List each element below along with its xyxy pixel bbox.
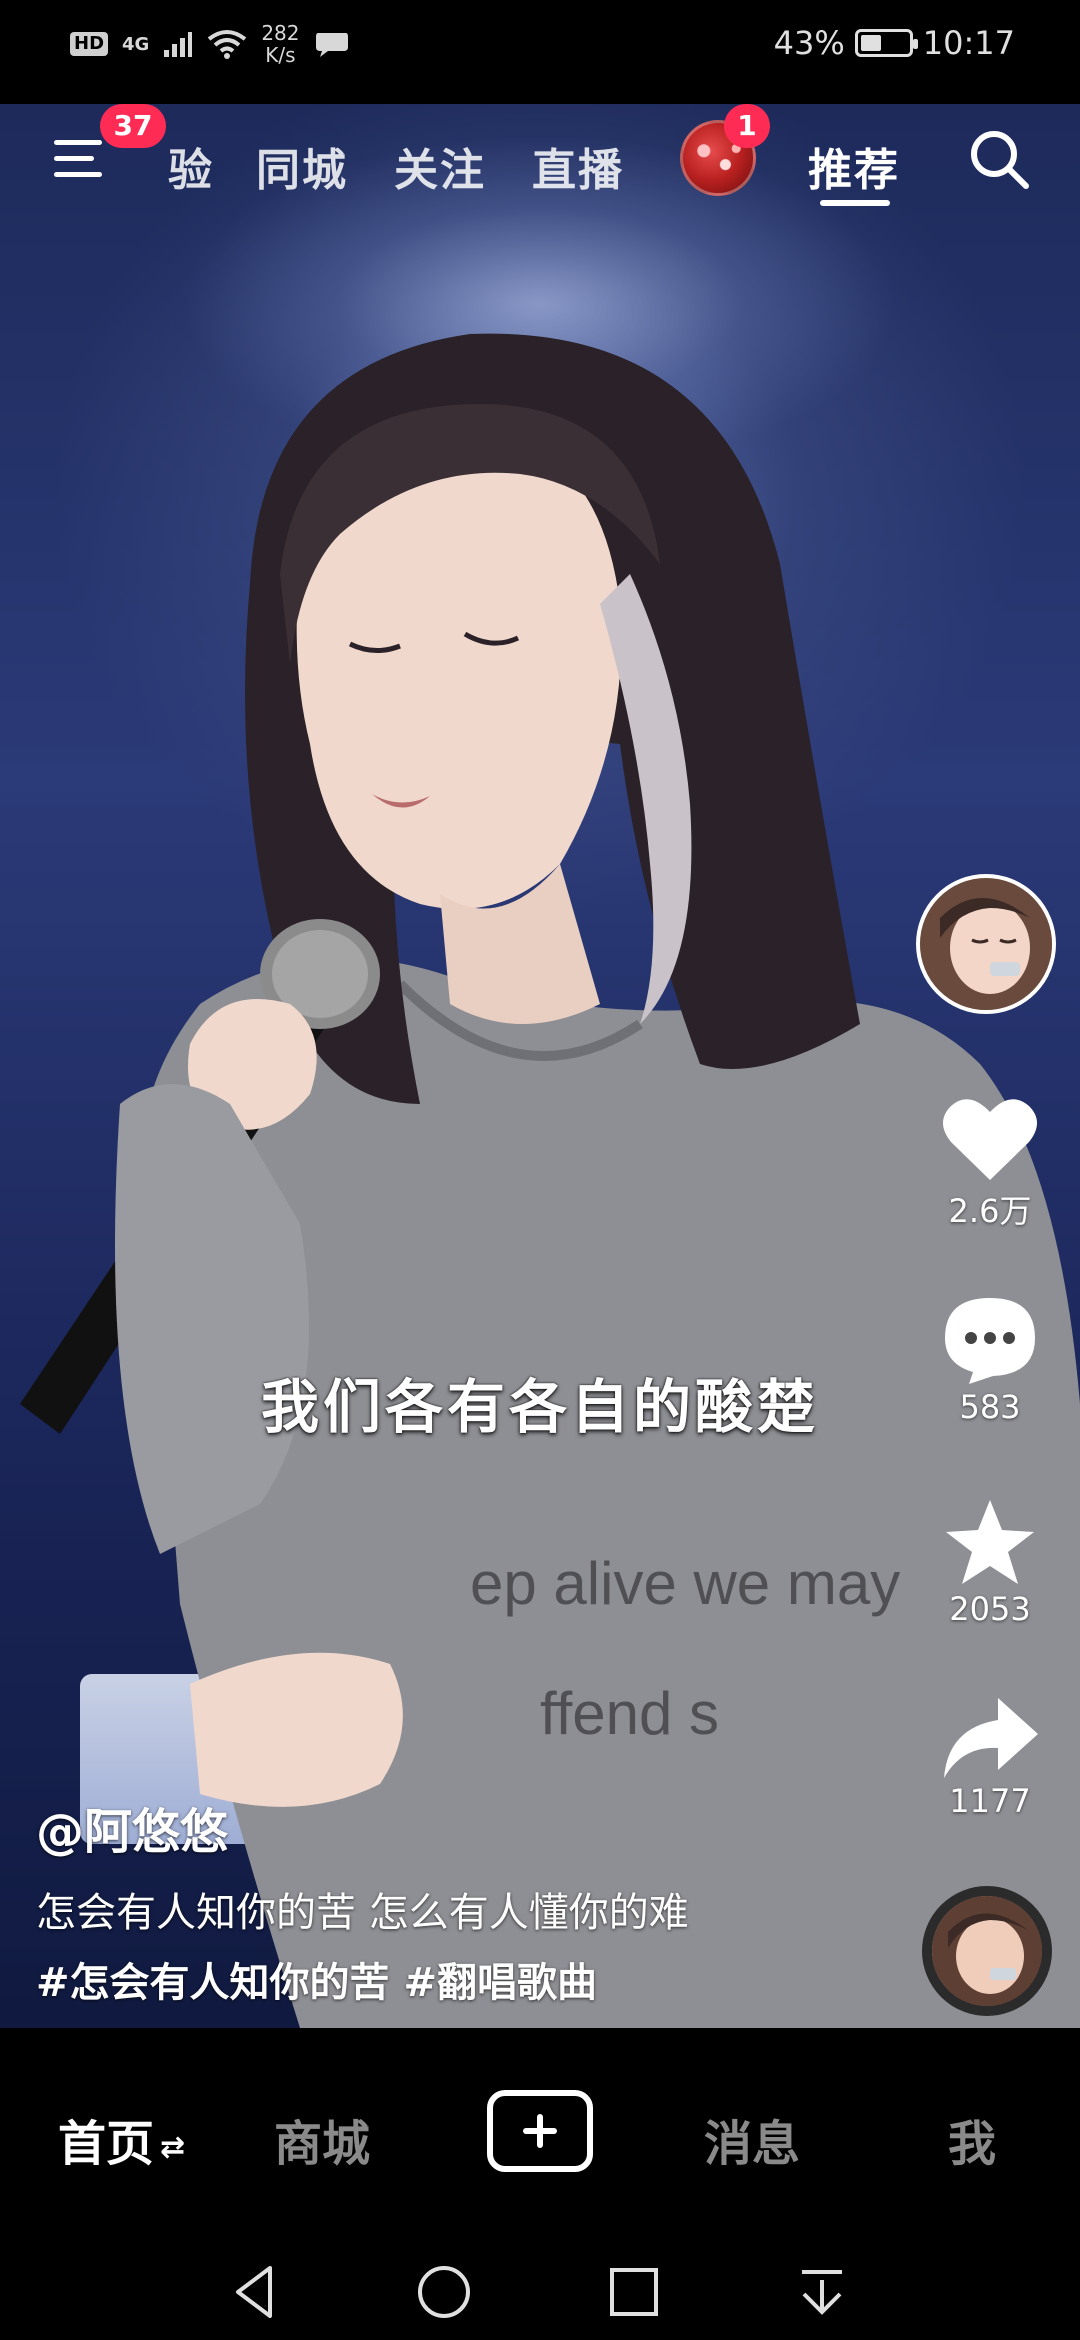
status-bar: HD 4G 282 K/s 43% 10:17 <box>0 0 1080 96</box>
search-icon <box>971 131 1029 189</box>
system-navigation-bar <box>0 2240 1080 2340</box>
notification-drawer-icon[interactable] <box>792 2262 852 2322</box>
battery-percent: 43% <box>773 24 845 62</box>
tab-partial[interactable]: 验 <box>168 134 214 198</box>
create-post-button[interactable] <box>487 2090 593 2172</box>
recents-icon[interactable] <box>604 2262 664 2322</box>
speed-unit: K/s <box>265 43 296 67</box>
home-icon[interactable] <box>414 2262 474 2322</box>
back-icon[interactable] <box>226 2262 286 2322</box>
tab-following[interactable]: 关注 <box>394 134 486 198</box>
menu-notification-badge: 37 <box>100 104 166 148</box>
network-type: 4G <box>122 33 150 55</box>
hashtag-link[interactable]: #翻唱歌曲 <box>404 1950 598 2008</box>
chat-bubble-icon <box>315 33 348 57</box>
menu-icon <box>54 140 102 177</box>
hashtag-link[interactable]: #怎会有人知你的苦 <box>36 1950 390 2008</box>
status-left: HD 4G 282 K/s <box>70 22 350 66</box>
singer-figure: ep alive we may ffend s <box>20 333 1080 2028</box>
favorite-count: 2053 <box>949 1590 1031 1628</box>
like-action[interactable]: 2.6万 <box>930 1094 1050 1232</box>
tab-me[interactable]: 我 <box>948 2104 996 2174</box>
clock: 10:17 <box>922 24 1015 62</box>
hashtags: #怎会有人知你的苦 #翻唱歌曲 <box>36 1950 597 2008</box>
status-right: 43% 10:17 <box>774 24 1015 62</box>
like-count: 2.6万 <box>948 1192 1032 1230</box>
svg-text:ffend s: ffend s <box>540 1680 719 1747</box>
bottom-tab-bar: 首页 ⇄ 商城 消息 我 <box>0 2028 1080 2240</box>
battery-fill <box>860 35 881 51</box>
wifi-icon <box>208 30 247 59</box>
lyric-subtitle: 我们各有各自的酸楚 <box>260 1373 819 1441</box>
signal-icon <box>164 32 193 57</box>
battery-icon <box>854 29 918 57</box>
music-disc[interactable] <box>922 1886 1052 2016</box>
menu-button[interactable] <box>50 128 110 188</box>
video-description: 怎会有人知你的苦 怎么有人懂你的难 <box>36 1890 689 1936</box>
author-name[interactable]: @阿悠悠 <box>36 1792 228 1862</box>
swap-icon: ⇄ <box>160 2129 186 2165</box>
share-count: 1177 <box>949 1782 1031 1820</box>
speed-value: 282 <box>261 21 300 45</box>
favorite-action[interactable]: 2053 <box>930 1496 1050 1628</box>
tab-home-label: 首页 <box>58 2116 155 2172</box>
active-tab-indicator <box>820 200 890 206</box>
network-speed: 282 K/s <box>261 22 299 66</box>
hd-badge: HD <box>70 32 109 56</box>
share-action[interactable]: 1177 <box>930 1694 1050 1820</box>
star-icon <box>946 1500 1034 1584</box>
tab-mall[interactable]: 商城 <box>274 2104 370 2174</box>
tab-local[interactable]: 同城 <box>256 134 348 198</box>
tab-messages[interactable]: 消息 <box>704 2104 800 2174</box>
tab-recommended[interactable]: 推荐 <box>808 134 900 198</box>
svg-text:ep alive we may: ep alive we may <box>470 1550 900 1617</box>
search-button[interactable] <box>966 126 1032 192</box>
heart-icon <box>943 1099 1037 1180</box>
creator-avatar[interactable] <box>916 874 1056 1014</box>
video-player[interactable]: ep alive we may ffend s <box>0 104 1080 2028</box>
tab-live[interactable]: 直播 <box>532 134 624 198</box>
music-disc-cover <box>932 1896 1042 2006</box>
share-icon <box>944 1698 1038 1778</box>
live-notification-badge: 1 <box>724 104 770 148</box>
tab-home[interactable]: 首页 ⇄ <box>58 2104 185 2174</box>
creator-avatar-image <box>920 878 1052 1010</box>
top-nav: 37 验 同城 关注 直播 1 推荐 <box>0 104 1080 224</box>
